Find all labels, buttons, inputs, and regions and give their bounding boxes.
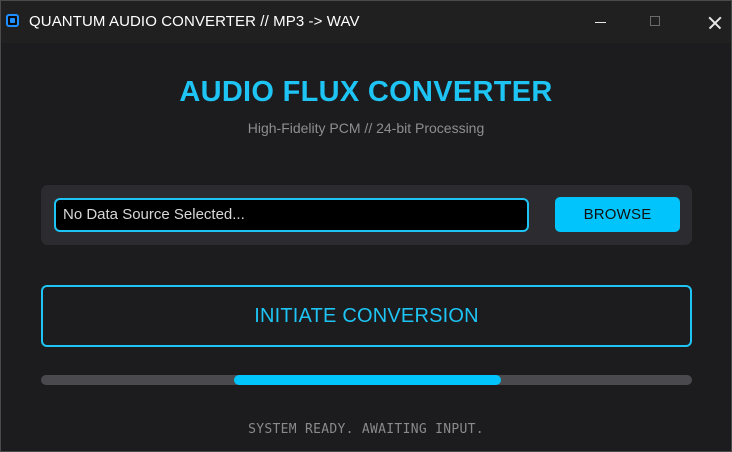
minimize-button[interactable] <box>575 1 627 43</box>
status-text: SYSTEM READY. AWAITING INPUT. <box>248 422 484 437</box>
app-window: QUANTUM AUDIO CONVERTER // MP3 -> WAV AU… <box>0 0 732 452</box>
close-button[interactable] <box>684 1 731 43</box>
progress-bar <box>41 375 692 385</box>
window-title: QUANTUM AUDIO CONVERTER // MP3 -> WAV <box>29 13 360 30</box>
browse-button[interactable]: BROWSE <box>555 197 680 232</box>
convert-button[interactable]: INITIATE CONVERSION <box>41 285 692 347</box>
title-bar[interactable]: QUANTUM AUDIO CONVERTER // MP3 -> WAV <box>1 1 731 43</box>
file-select-panel: No Data Source Selected... BROWSE <box>41 185 692 245</box>
app-icon <box>6 14 19 27</box>
file-path-field[interactable]: No Data Source Selected... <box>54 198 529 232</box>
maximize-button[interactable] <box>629 1 681 43</box>
page-subtitle: High-Fidelity PCM // 24-bit Processing <box>247 120 485 136</box>
progress-fill <box>234 375 501 385</box>
page-title: AUDIO FLUX CONVERTER <box>179 76 553 108</box>
